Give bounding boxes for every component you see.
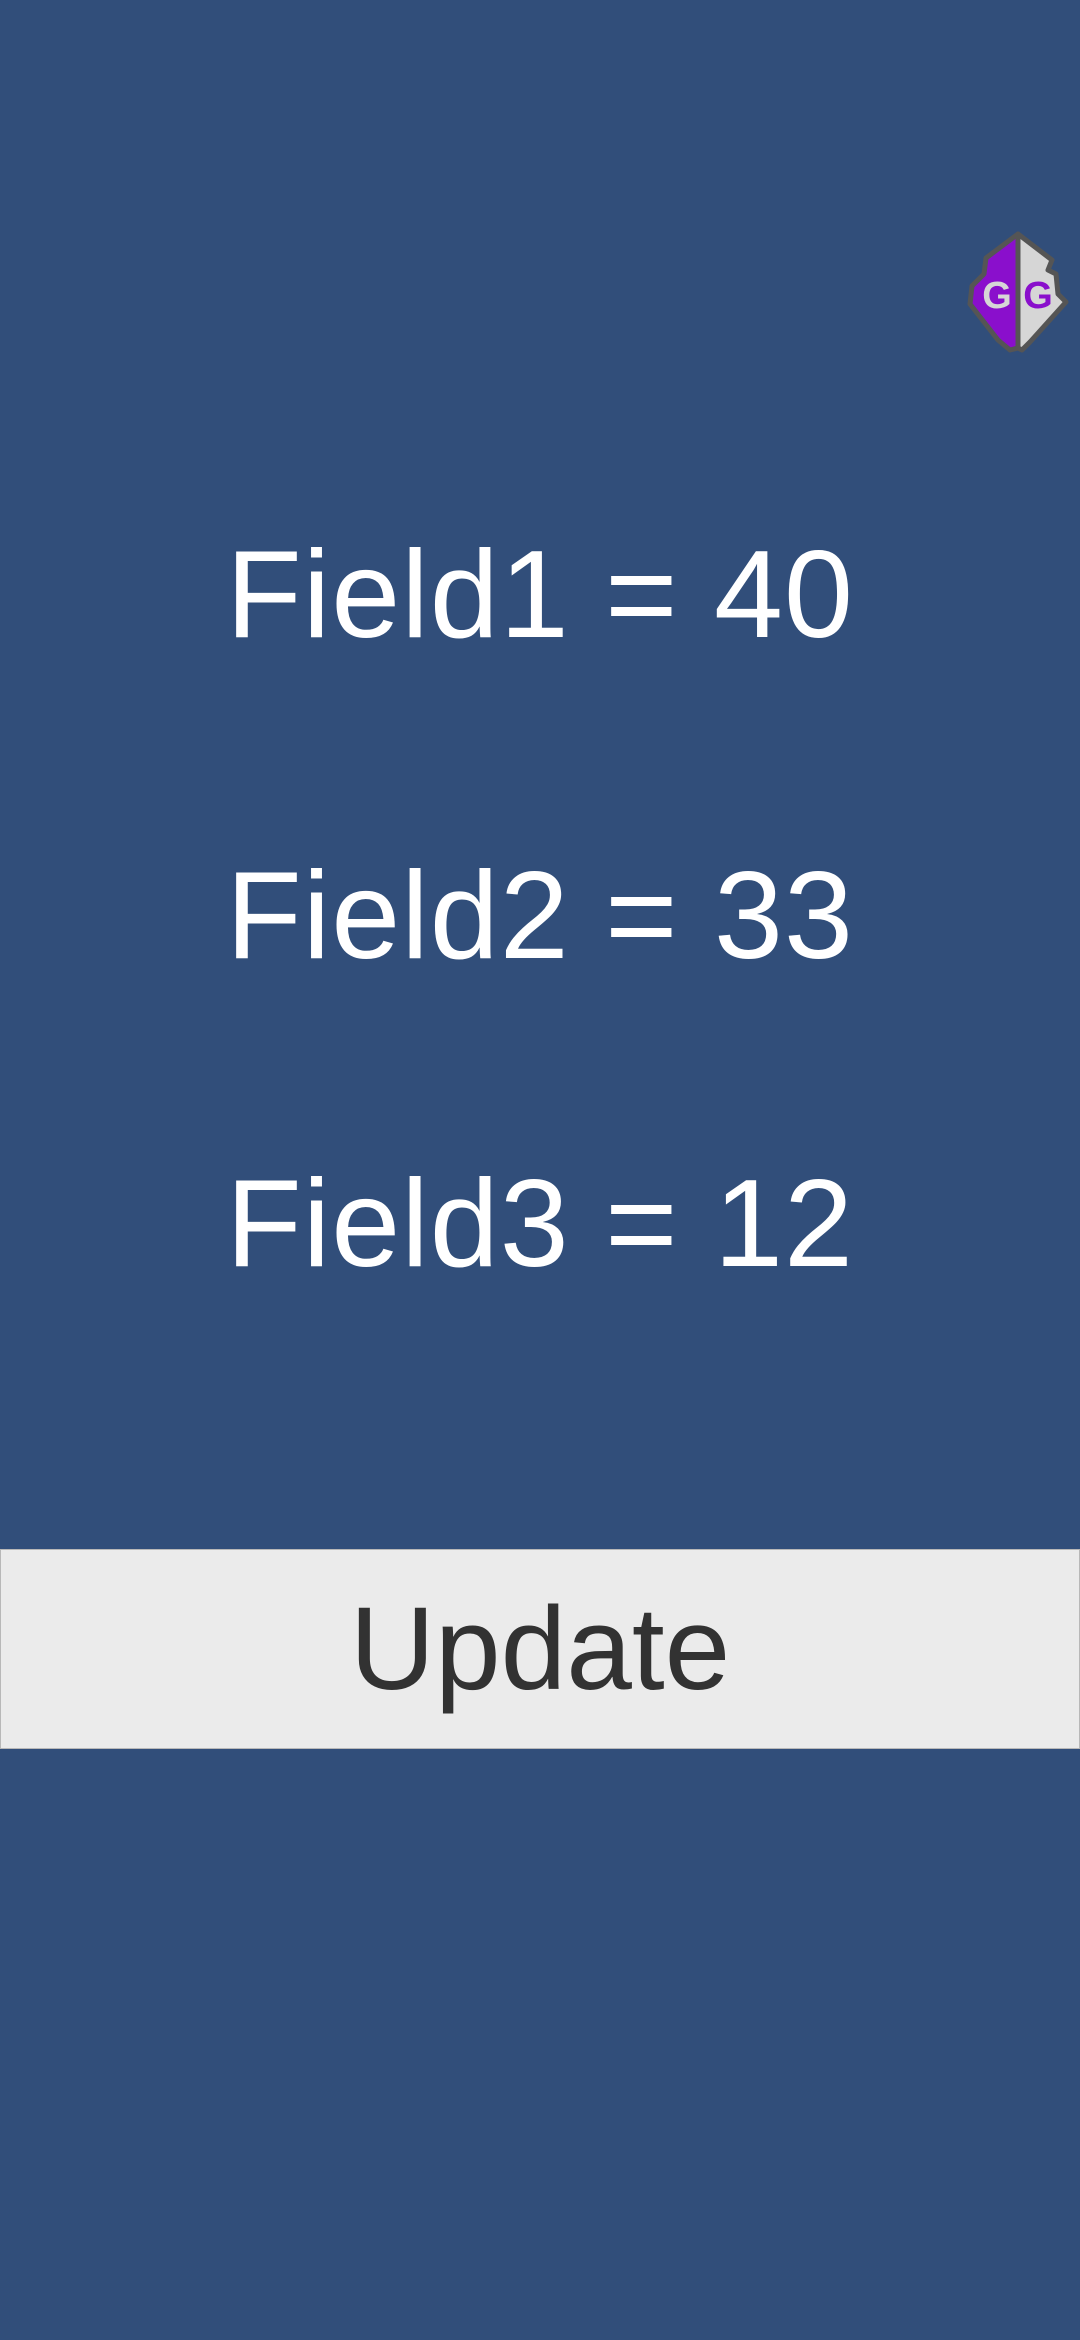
app-screen: G G Field1 = 40 Field2 = 33 Field3 = 12 … xyxy=(0,0,1080,2340)
svg-text:G: G xyxy=(982,275,1012,317)
svg-text:G: G xyxy=(1023,275,1053,317)
update-button[interactable]: Update xyxy=(0,1549,1080,1749)
update-button-label: Update xyxy=(349,1583,731,1715)
field1-value-text: Field1 = 40 xyxy=(226,526,854,664)
field2-value-text: Field2 = 33 xyxy=(226,847,854,985)
field3-value-text: Field3 = 12 xyxy=(226,1155,854,1293)
gameguardian-icon[interactable]: G G xyxy=(966,230,1070,358)
